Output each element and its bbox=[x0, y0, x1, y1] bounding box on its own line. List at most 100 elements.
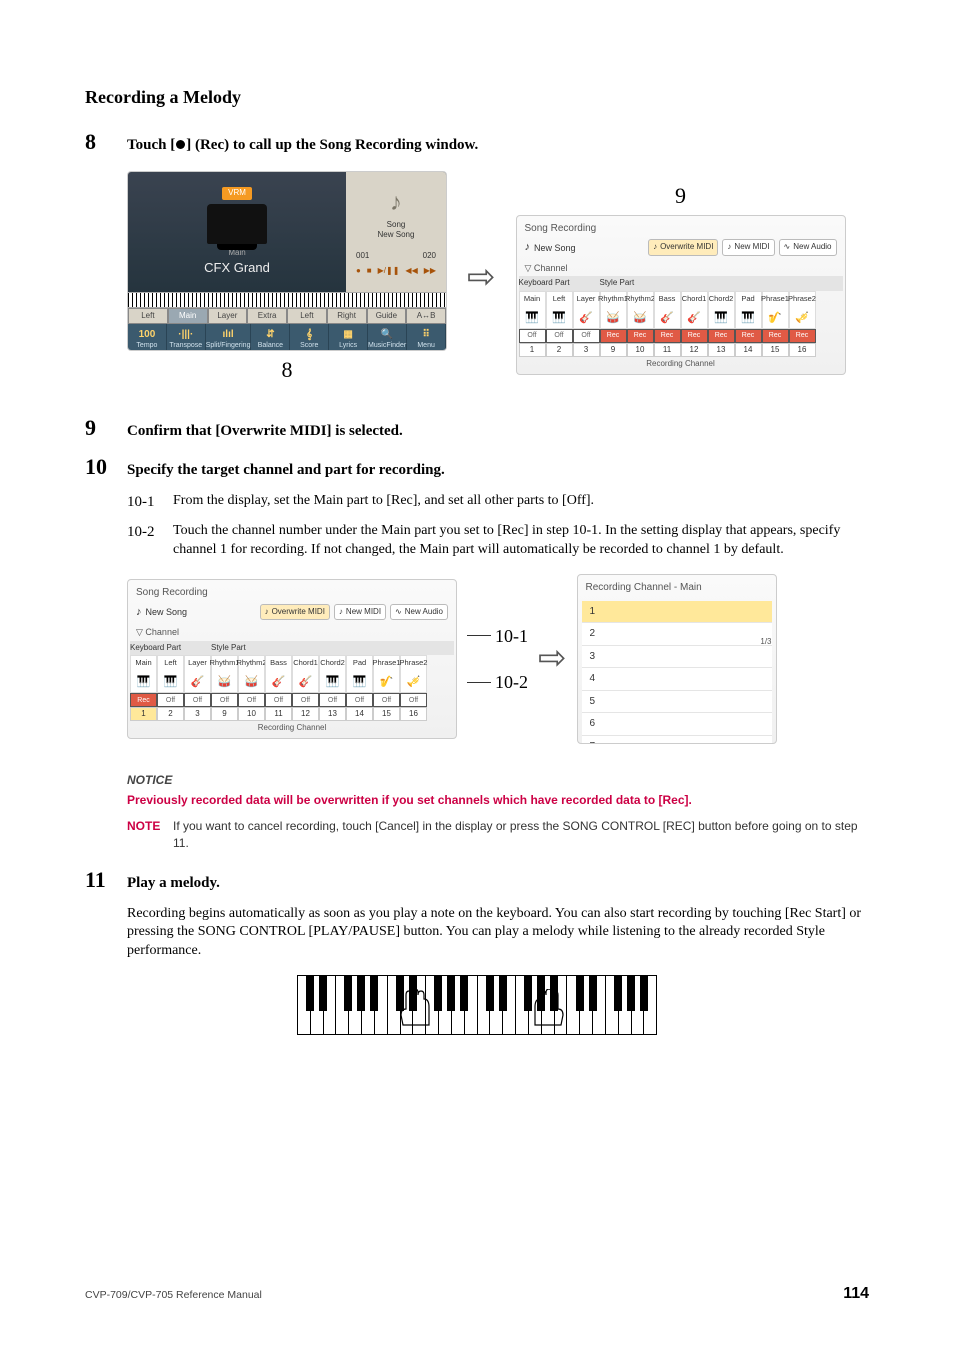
sr-num-13[interactable]: 13 bbox=[319, 707, 346, 721]
sr-col-r1[interactable]: Rhythm1🥁 bbox=[211, 655, 238, 693]
chevron-down-icon[interactable]: ▽ bbox=[525, 263, 532, 273]
sr-col-p1[interactable]: Phrase1🎷 bbox=[762, 291, 789, 329]
sr-col-p2[interactable]: Phrase2🎺 bbox=[789, 291, 816, 329]
sr-num-3[interactable]: 3 bbox=[184, 707, 211, 721]
sr-rec-r1[interactable]: Rec bbox=[600, 329, 627, 343]
sr-col-c1[interactable]: Chord1🎸 bbox=[681, 291, 708, 329]
transport-rew-icon[interactable]: ◀◀ bbox=[405, 266, 417, 277]
sr-col-p2[interactable]: Phrase2🎺 bbox=[400, 655, 427, 693]
sr-rec-p2[interactable]: Off bbox=[400, 693, 427, 707]
transport-ff-icon[interactable]: ▶▶ bbox=[424, 266, 436, 277]
transport-rec-icon[interactable]: ● bbox=[356, 266, 361, 277]
sr-col-layer[interactable]: Layer🎸 bbox=[573, 291, 600, 329]
sr-rec-bass[interactable]: Rec bbox=[654, 329, 681, 343]
sr-num-16[interactable]: 16 bbox=[400, 707, 427, 721]
sr-col-r2[interactable]: Rhythm2🥁 bbox=[627, 291, 654, 329]
sr-col-layer[interactable]: Layer🎸 bbox=[184, 655, 211, 693]
rc-item-6[interactable]: 6 bbox=[582, 713, 772, 736]
sr-num-9[interactable]: 9 bbox=[600, 343, 627, 357]
split-label[interactable]: Split/Fingering bbox=[206, 341, 251, 350]
sr-num-15[interactable]: 15 bbox=[762, 343, 789, 357]
rc-item-1[interactable]: 1 bbox=[582, 601, 772, 624]
tab-ab[interactable]: A↔B bbox=[406, 308, 446, 324]
sr-rec-main[interactable]: Off bbox=[519, 329, 546, 343]
tab-new-audio[interactable]: ∿New Audio bbox=[779, 239, 837, 256]
chevron-down-icon[interactable]: ▽ bbox=[136, 627, 143, 637]
sr-rec-bass[interactable]: Off bbox=[265, 693, 292, 707]
sr-rec-r2[interactable]: Rec bbox=[627, 329, 654, 343]
transport-play-icon[interactable]: ▶/❚❚ bbox=[378, 266, 400, 277]
sr-num-15[interactable]: 15 bbox=[373, 707, 400, 721]
sr-num-16[interactable]: 16 bbox=[789, 343, 816, 357]
sr-rec-c2[interactable]: Rec bbox=[708, 329, 735, 343]
sr-num-13[interactable]: 13 bbox=[708, 343, 735, 357]
tab-song-left[interactable]: Left bbox=[287, 308, 327, 324]
rc-item-4[interactable]: 4 bbox=[582, 668, 772, 691]
sr-col-p1[interactable]: Phrase1🎷 bbox=[373, 655, 400, 693]
sr-col-left[interactable]: Left🎹 bbox=[546, 291, 573, 329]
sr-rec-r1[interactable]: Off bbox=[211, 693, 238, 707]
sr-rec-layer[interactable]: Off bbox=[184, 693, 211, 707]
sr-col-c1[interactable]: Chord1🎸 bbox=[292, 655, 319, 693]
chevron-down-icon[interactable]: ▼ bbox=[754, 740, 764, 745]
menu-label[interactable]: Menu bbox=[417, 341, 435, 350]
balance-label[interactable]: Balance bbox=[258, 341, 283, 350]
sr-rec-pad[interactable]: Off bbox=[346, 693, 373, 707]
sr-col-r2[interactable]: Rhythm2🥁 bbox=[238, 655, 265, 693]
sr-num-11[interactable]: 11 bbox=[654, 343, 681, 357]
sr-col-c2[interactable]: Chord2🎹 bbox=[708, 291, 735, 329]
rc-item-2[interactable]: 2 bbox=[582, 623, 772, 646]
rc-item-7[interactable]: 7▼ bbox=[582, 736, 772, 745]
sr-rec-r2[interactable]: Off bbox=[238, 693, 265, 707]
sr-rec-left[interactable]: Off bbox=[157, 693, 184, 707]
sr-col-left[interactable]: Left🎹 bbox=[157, 655, 184, 693]
rc-item-5[interactable]: 5 bbox=[582, 691, 772, 714]
sr-col-bass[interactable]: Bass🎸 bbox=[654, 291, 681, 329]
sr-num-14[interactable]: 14 bbox=[346, 707, 373, 721]
tab-main[interactable]: Main bbox=[168, 308, 208, 324]
sr-num-1[interactable]: 1 bbox=[519, 343, 546, 357]
score-label[interactable]: Score bbox=[300, 341, 318, 350]
sr-num-14[interactable]: 14 bbox=[735, 343, 762, 357]
sr-rec-c1[interactable]: Off bbox=[292, 693, 319, 707]
sr-num-2[interactable]: 2 bbox=[546, 343, 573, 357]
sr-rec-main[interactable]: Rec bbox=[130, 693, 157, 707]
sr-rec-pad[interactable]: Rec bbox=[735, 329, 762, 343]
sr-col-main[interactable]: Main🎹 bbox=[519, 291, 546, 329]
sr-num-9[interactable]: 9 bbox=[211, 707, 238, 721]
sr-rec-c2[interactable]: Off bbox=[319, 693, 346, 707]
sr-col-bass[interactable]: Bass🎸 bbox=[265, 655, 292, 693]
tab-new-midi[interactable]: ♪New MIDI bbox=[334, 604, 386, 621]
tab-overwrite-midi[interactable]: ♪Overwrite MIDI bbox=[648, 239, 718, 256]
sr-num-2[interactable]: 2 bbox=[157, 707, 184, 721]
lyrics-label[interactable]: Lyrics bbox=[339, 341, 357, 350]
sr-num-11[interactable]: 11 bbox=[265, 707, 292, 721]
sr-col-main[interactable]: Main🎹 bbox=[130, 655, 157, 693]
finder-label[interactable]: MusicFinder bbox=[368, 341, 406, 350]
sr-rec-p1[interactable]: Off bbox=[373, 693, 400, 707]
tab-new-midi[interactable]: ♪New MIDI bbox=[722, 239, 774, 256]
tab-extra[interactable]: Extra bbox=[247, 308, 287, 324]
sr-num-10[interactable]: 10 bbox=[627, 343, 654, 357]
sr-num-1[interactable]: 1 bbox=[130, 707, 157, 721]
tab-guide[interactable]: Guide bbox=[367, 308, 407, 324]
sr-rec-c1[interactable]: Rec bbox=[681, 329, 708, 343]
sr-col-pad[interactable]: Pad🎹 bbox=[735, 291, 762, 329]
tempo-label[interactable]: Tempo bbox=[136, 341, 157, 350]
sr-rec-left[interactable]: Off bbox=[546, 329, 573, 343]
tab-song-right[interactable]: Right bbox=[327, 308, 367, 324]
tab-overwrite-midi[interactable]: ♪Overwrite MIDI bbox=[260, 604, 330, 621]
sr-rec-p1[interactable]: Rec bbox=[762, 329, 789, 343]
sr-col-r1[interactable]: Rhythm1🥁 bbox=[600, 291, 627, 329]
sr-num-3[interactable]: 3 bbox=[573, 343, 600, 357]
sr-rec-layer[interactable]: Off bbox=[573, 329, 600, 343]
tab-left[interactable]: Left bbox=[128, 308, 168, 324]
transport-stop-icon[interactable]: ■ bbox=[367, 266, 372, 277]
sr-num-10[interactable]: 10 bbox=[238, 707, 265, 721]
sr-col-c2[interactable]: Chord2🎹 bbox=[319, 655, 346, 693]
sr-num-12[interactable]: 12 bbox=[681, 343, 708, 357]
tab-layer[interactable]: Layer bbox=[208, 308, 248, 324]
rc-item-3[interactable]: 3 bbox=[582, 646, 772, 669]
sr-num-12[interactable]: 12 bbox=[292, 707, 319, 721]
transpose-label[interactable]: Transpose bbox=[169, 341, 202, 350]
